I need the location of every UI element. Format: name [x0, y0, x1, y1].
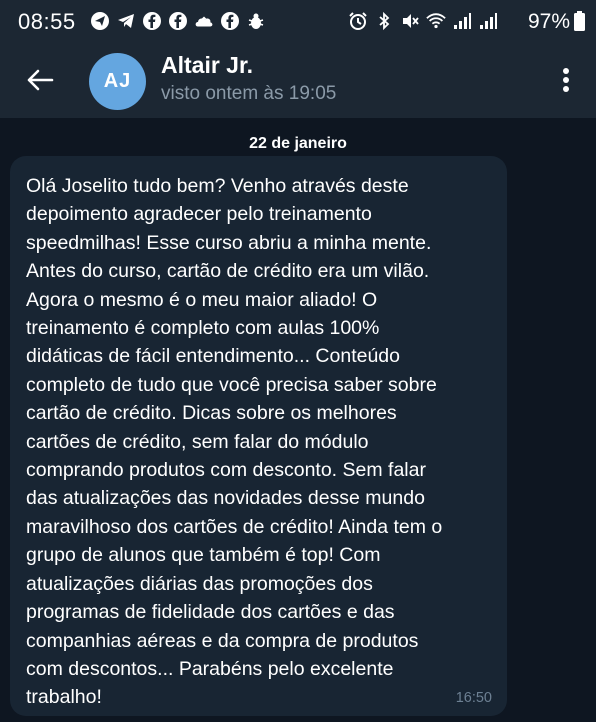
date-separator: 22 de janeiro — [249, 135, 347, 152]
message-bubble[interactable]: Olá Joselito tudo bem? Venho através des… — [10, 156, 507, 716]
bluetooth-icon — [374, 11, 394, 31]
more-vertical-icon — [563, 68, 569, 92]
facebook-icon — [220, 11, 240, 31]
notification-icons — [90, 11, 266, 31]
message-text: Olá Joselito tudo bem? Venho através des… — [26, 175, 443, 709]
facebook-icon — [168, 11, 188, 31]
system-icons — [348, 11, 498, 31]
back-button[interactable] — [22, 62, 58, 98]
status-time: 08:55 — [18, 9, 76, 34]
mute-icon — [400, 11, 420, 31]
facebook-icon — [142, 11, 162, 31]
telegram-icon — [116, 11, 136, 31]
bug-icon — [246, 11, 266, 31]
cloud-upload-icon — [194, 11, 214, 31]
send-icon — [90, 11, 110, 31]
arrow-left-icon — [27, 69, 54, 91]
more-options-button[interactable] — [554, 62, 578, 98]
battery-icon — [574, 11, 585, 31]
message-time: 16:50 — [455, 690, 492, 706]
avatar[interactable]: AJ — [89, 53, 146, 110]
status-bar: 08:55 97% — [0, 0, 596, 46]
signal-icon — [452, 11, 472, 31]
battery-percentage: 97% — [527, 10, 570, 33]
alarm-icon — [348, 11, 368, 31]
wifi-icon — [426, 11, 446, 31]
chat-area[interactable]: 22 de janeiro Olá Joselito tudo bem? Ven… — [0, 118, 596, 722]
chat-header: AJ Altair Jr. visto ontem às 19:05 — [0, 46, 596, 118]
avatar-initials: AJ — [103, 70, 132, 92]
contact-name[interactable]: Altair Jr. — [161, 52, 253, 79]
signal-icon — [478, 11, 498, 31]
contact-last-seen: visto ontem às 19:05 — [161, 83, 337, 104]
